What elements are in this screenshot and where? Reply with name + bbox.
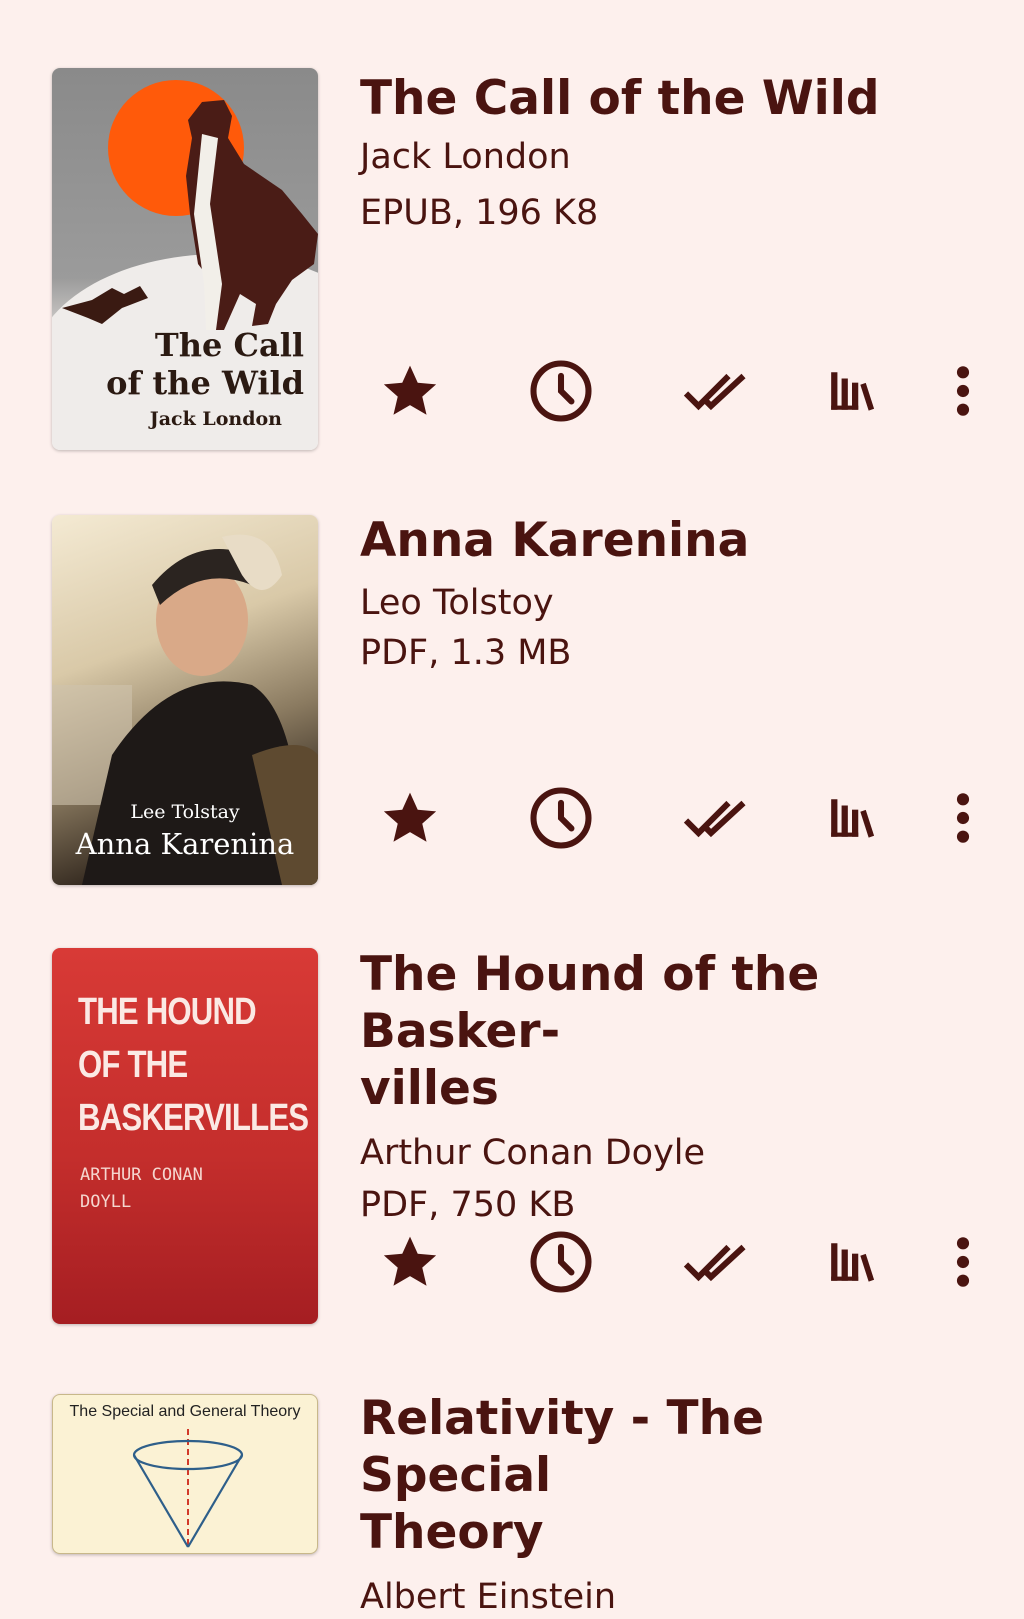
book-author: Jack London (360, 137, 571, 177)
book-info: Anna Karenina Leo Tolstoy PDF, 1.3 MB (360, 512, 964, 675)
more-vert-icon (956, 793, 970, 843)
read-later-button[interactable] (521, 778, 601, 858)
cover-title: Anna Karenina (75, 827, 295, 861)
add-to-shelf-button[interactable] (812, 351, 892, 431)
book-author: Albert Einstein (360, 1577, 617, 1617)
book-title[interactable]: Relativity - The Special Theory (360, 1390, 964, 1561)
book-cover-hound-of-the-baskervilles[interactable]: THE HOUND OF THE BASKERVILLES ARTHUR CON… (52, 948, 318, 1324)
star-icon (383, 792, 437, 842)
mark-read-button[interactable] (676, 1222, 756, 1302)
star-icon (383, 365, 437, 415)
clock-icon (530, 1231, 592, 1293)
double-check-icon (683, 800, 746, 838)
cover-author: ARTHUR CONAN DOYLL (80, 1165, 203, 1212)
favorite-button[interactable] (370, 1222, 450, 1302)
book-meta: PDF, 750 KB (360, 1185, 576, 1225)
favorite-button[interactable] (370, 778, 450, 858)
clock-icon (530, 787, 592, 849)
book-actions (360, 778, 1000, 858)
book-actions (360, 1222, 1000, 1302)
read-later-button[interactable] (521, 351, 601, 431)
cover-cone-diagram (132, 1429, 244, 1549)
more-options-button[interactable] (923, 778, 1003, 858)
cover-author: Jack London (149, 408, 282, 430)
double-check-icon (683, 1244, 746, 1282)
mark-read-button[interactable] (676, 778, 756, 858)
mark-read-button[interactable] (676, 351, 756, 431)
book-cover-call-of-the-wild[interactable]: The Call of the Wild Jack London (52, 68, 318, 450)
double-check-icon (683, 373, 746, 411)
add-to-shelf-button[interactable] (812, 1222, 892, 1302)
cover-author: Lee Tolstay (130, 801, 240, 823)
book-title[interactable]: The Hound of the Basker- villes (360, 946, 964, 1117)
book-cover-anna-karenina[interactable]: Lee Tolstay Anna Karenina (52, 515, 318, 885)
star-icon (383, 1236, 437, 1286)
book-info: Relativity - The Special Theory Albert E… (360, 1390, 964, 1619)
book-cover-relativity[interactable]: The Special and General Theory (52, 1394, 318, 1554)
read-later-button[interactable] (521, 1222, 601, 1302)
book-meta: PDF, 1.3 MB (360, 633, 572, 673)
more-options-button[interactable] (923, 351, 1003, 431)
more-vert-icon (956, 366, 970, 416)
book-author: Arthur Conan Doyle (360, 1133, 706, 1173)
library-icon (831, 372, 875, 411)
cover-title: THE HOUND OF THE BASKERVILLES (78, 991, 309, 1139)
more-vert-icon (956, 1237, 970, 1287)
library-icon (831, 799, 875, 838)
book-actions (360, 351, 1000, 431)
library-icon (831, 1243, 875, 1282)
cover-title: The Call of the Wild (106, 326, 304, 402)
favorite-button[interactable] (370, 351, 450, 431)
book-info: The Hound of the Basker- villes Arthur C… (360, 946, 964, 1227)
cover-title: The Special and General Theory (69, 1403, 301, 1420)
more-options-button[interactable] (923, 1222, 1003, 1302)
book-meta: EPUB, 196 K8 (360, 193, 599, 233)
book-title[interactable]: The Call of the Wild (360, 70, 964, 127)
book-title[interactable]: Anna Karenina (360, 512, 964, 569)
book-author: Leo Tolstoy (360, 583, 554, 623)
add-to-shelf-button[interactable] (812, 778, 892, 858)
book-info: The Call of the Wild Jack London EPUB, 1… (360, 70, 964, 235)
clock-icon (530, 360, 592, 422)
